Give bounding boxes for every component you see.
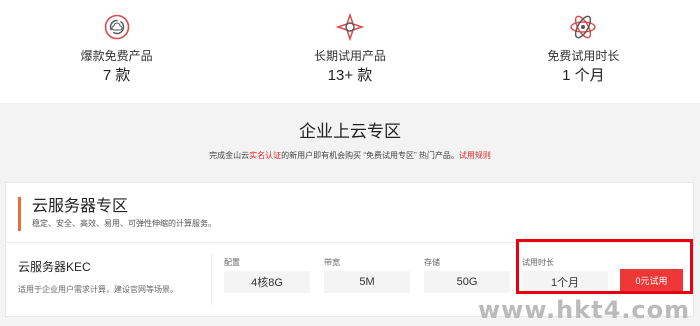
storage-label: 存储 (424, 258, 440, 267)
cloud-cycle-icon (104, 14, 129, 40)
real-name-auth-link[interactable]: 实名认证 (249, 151, 281, 160)
highlight-annotation-box (516, 239, 693, 294)
stat-label: 长期试用产品 (313, 49, 386, 63)
product-name: 云服务器KEC (18, 260, 91, 274)
stat-value: 13+ 款 (327, 67, 373, 84)
watermark: www.hkt4.com (478, 296, 691, 324)
product-info: 云服务器KEC 适用于企业用户需求计算，建设官网等场景。 (18, 260, 178, 296)
storage-select[interactable]: 50G (424, 271, 510, 293)
stat-label: 免费试用时长 (547, 49, 620, 63)
subtitle-text: 的新用户即有机会购买 “免费试用专区” 热门产品。 (281, 151, 459, 160)
config-option: 配置 4核8G (224, 257, 310, 293)
stat-long-trial: 长期试用产品 13+ 款 (233, 0, 466, 103)
card-header: 云服务器专区 稳定、安全、高效、易用、可弹性伸缩的计算服务。 (18, 197, 216, 231)
card-title: 云服务器专区 (32, 198, 129, 215)
storage-option: 存储 50G (424, 257, 510, 293)
product-description: 适用于企业用户需求计算，建设官网等场景。 (18, 285, 178, 294)
config-label: 配置 (224, 258, 240, 267)
divider (211, 253, 212, 305)
zone-subtitle: 完成金山云实名认证的新用户即有机会购买 “免费试用专区” 热门产品。试用规则 (0, 150, 700, 162)
stat-label: 爆款免费产品 (80, 49, 153, 63)
zone-title: 企业上云专区 (299, 122, 401, 141)
stat-value: 1 个月 (562, 67, 605, 84)
atom-icon (570, 15, 597, 39)
trial-rules-link[interactable]: 试用规则 (459, 151, 491, 160)
stat-value: 7 款 (102, 67, 131, 84)
stats-bar: 爆款免费产品 7 款 长期试用产品 13+ 款 免费试用时长 1 个月 (0, 0, 700, 103)
card-description: 稳定、安全、高效、易用、可弹性伸缩的计算服务。 (32, 219, 216, 228)
stat-trial-duration: 免费试用时长 1 个月 (467, 0, 700, 103)
bandwidth-option: 带宽 5M (324, 257, 410, 293)
bandwidth-label: 带宽 (324, 258, 340, 267)
config-select[interactable]: 4核8G (224, 271, 310, 293)
subtitle-text: 完成金山云 (209, 151, 250, 160)
stat-free-products: 爆款免费产品 7 款 (0, 0, 233, 103)
bandwidth-select[interactable]: 5M (324, 271, 410, 293)
shuriken-icon (335, 13, 364, 41)
